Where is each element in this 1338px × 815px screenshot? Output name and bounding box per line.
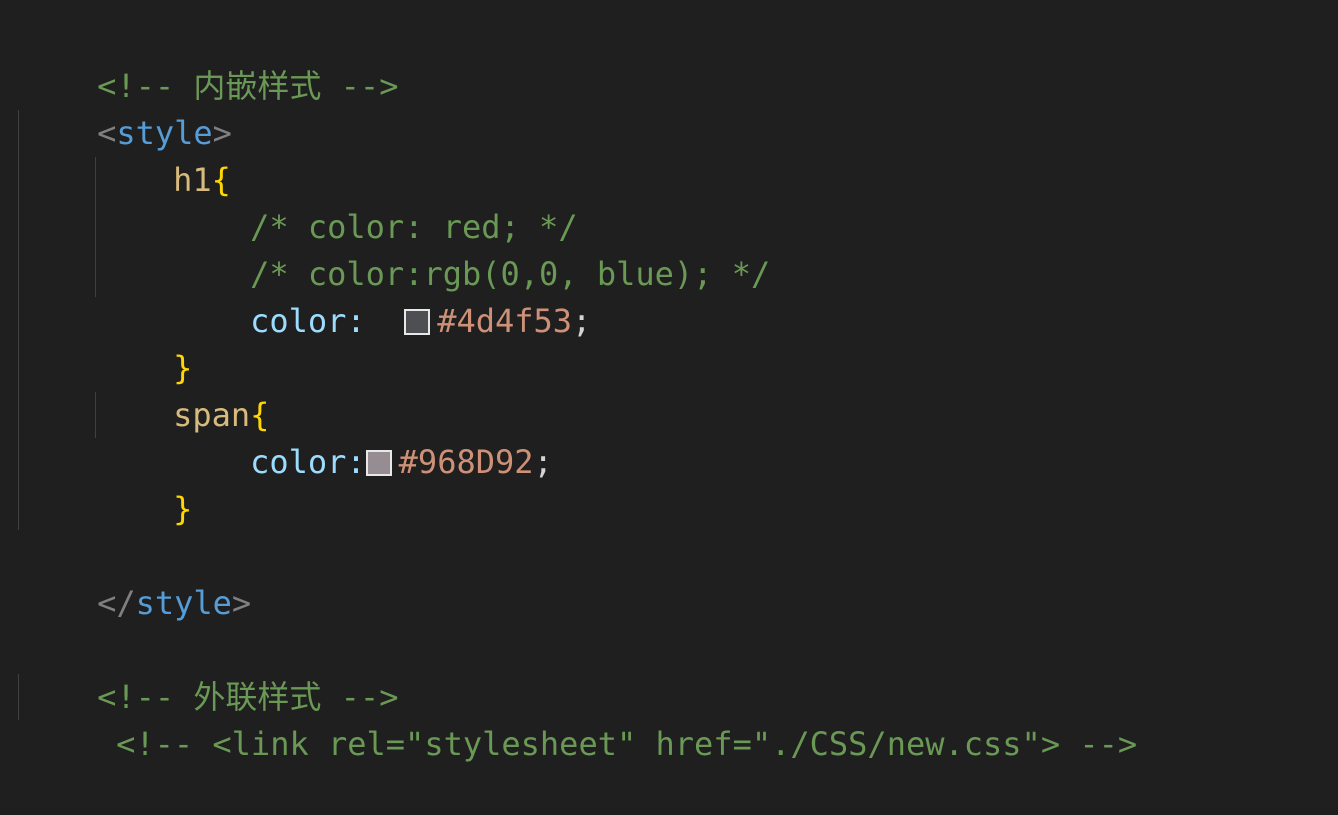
code-line-4: /* color: red; */: [173, 157, 578, 246]
color-swatch-h1[interactable]: [404, 309, 431, 335]
code-line-1: <!-- 内嵌样式 -->: [20, 16, 398, 105]
tag-open-bracket: </: [97, 584, 136, 622]
code-line-3: h1{: [96, 110, 231, 199]
indent-guide-link: [18, 674, 19, 720]
tag-name-style: style: [135, 584, 232, 622]
code-line-15: <!-- <link rel="stylesheet" href="./CSS/…: [39, 674, 1137, 763]
css-value: #968D92: [398, 443, 534, 481]
code-line-7: }: [96, 298, 192, 387]
code-line-8: span{: [96, 345, 269, 434]
code-line-9: color: #968D92;: [173, 392, 553, 481]
semicolon: ;: [572, 302, 592, 340]
code-line-5: /* color:rgb(0,0, blue); */: [173, 204, 770, 293]
code-line-10: }: [96, 439, 192, 528]
html-comment: <!-- <link rel="stylesheet" href="./CSS/…: [116, 725, 1138, 763]
code-line-6: color: #4d4f53;: [173, 251, 591, 340]
indent-guide-style: [18, 110, 19, 530]
color-swatch-span[interactable]: [365, 450, 392, 476]
code-line-2: <style>: [20, 63, 232, 152]
semicolon: ;: [533, 443, 553, 481]
css-property: color:: [250, 443, 366, 481]
code-line-14: <!-- 外联样式 -->: [20, 627, 398, 716]
tag-close-bracket: >: [231, 584, 252, 622]
close-brace: }: [173, 490, 193, 528]
css-property: color:: [250, 302, 366, 340]
code-line-12: </style>: [20, 533, 251, 622]
css-value: #4d4f53: [437, 302, 573, 340]
code-editor[interactable]: <!-- 内嵌样式 --> <style> h1{ /* color: red;…: [0, 0, 1338, 763]
